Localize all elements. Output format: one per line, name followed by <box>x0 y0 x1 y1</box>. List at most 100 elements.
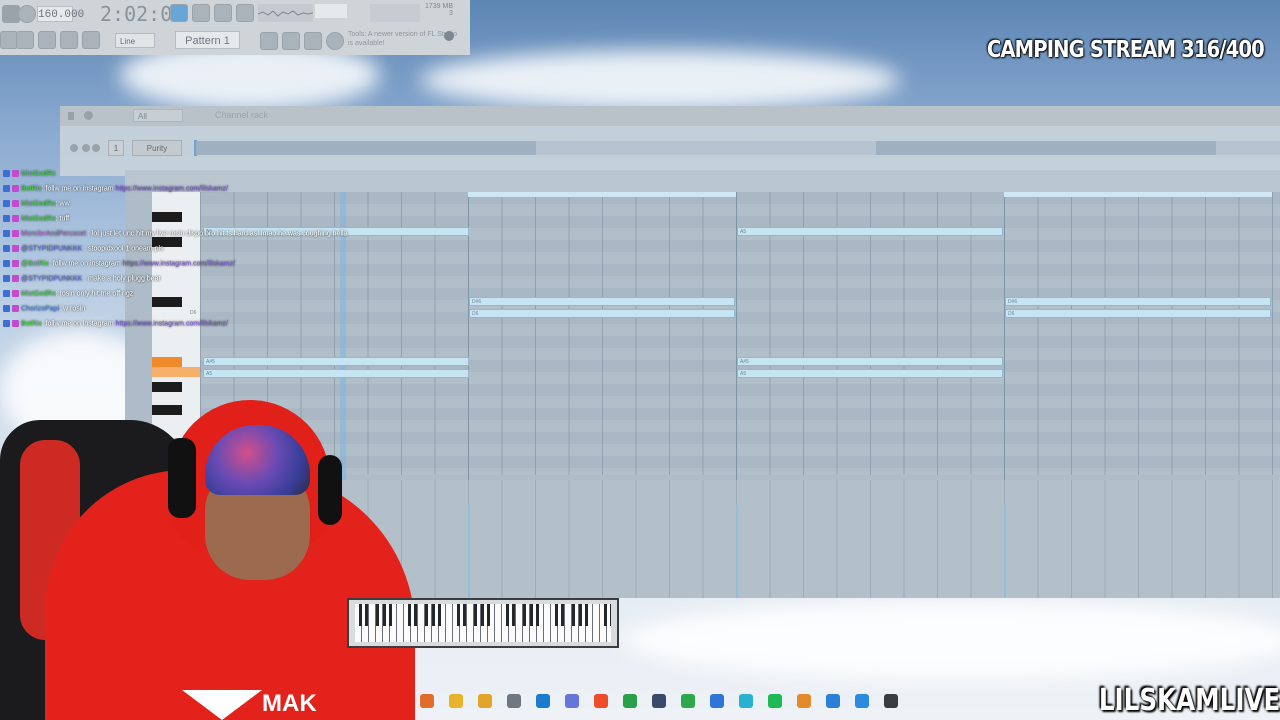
velocity-marker[interactable] <box>1004 505 1006 598</box>
cloud <box>420 50 900 110</box>
app-icon[interactable] <box>681 694 695 708</box>
update-notice[interactable]: Tools: A newer version of FL Studio is a… <box>348 30 458 52</box>
pattern-select[interactable]: Pattern 1 <box>175 31 240 49</box>
folder-icon[interactable] <box>478 694 492 708</box>
app-icon[interactable] <box>710 694 724 708</box>
discord-icon[interactable] <box>565 694 579 708</box>
app-icon[interactable] <box>420 694 434 708</box>
song-time-display: 2:02:00 <box>100 2 185 26</box>
note[interactable]: A5 <box>203 369 469 378</box>
black-keys[interactable] <box>355 604 611 626</box>
note[interactable]: A5 <box>737 227 1003 236</box>
headphones <box>318 455 342 525</box>
app-icon[interactable] <box>507 694 521 708</box>
hoodie-eye-logo <box>182 690 262 720</box>
note[interactable]: D#6 <box>1005 297 1271 306</box>
chat-text: : follw me on instagram <box>41 320 116 328</box>
chat-message: MistGodRx: ww <box>3 200 303 215</box>
chat-username[interactable]: MistGodRx <box>21 200 56 207</box>
browser-icon[interactable] <box>282 32 300 50</box>
badge-icon <box>3 170 10 177</box>
badge-icon <box>12 305 19 312</box>
app-icon[interactable] <box>826 694 840 708</box>
volume-knob-icon[interactable] <box>92 144 100 152</box>
shift-icon[interactable] <box>260 32 278 50</box>
badge-icon <box>12 185 19 192</box>
pattern-mode-icon[interactable] <box>170 4 188 22</box>
photoshop-icon[interactable] <box>536 694 550 708</box>
snap-select[interactable]: Line <box>115 33 155 48</box>
menu-arrow-icon[interactable] <box>68 112 74 120</box>
note[interactable]: A5 <box>737 369 1003 378</box>
countdown-icon[interactable] <box>236 4 254 22</box>
velocity-marker[interactable] <box>468 505 470 598</box>
channel-button-purity[interactable]: Purity <box>132 140 182 156</box>
mute-icon[interactable] <box>70 144 78 152</box>
chat-link[interactable]: https://www.instagram.com/lilskamz/ <box>116 320 228 327</box>
chat-text: : lol just let unc hit my live rosin dis… <box>85 230 348 238</box>
waveform-monitor <box>257 4 314 22</box>
record-button[interactable] <box>18 5 36 23</box>
fl-studio-icon[interactable] <box>797 694 811 708</box>
chat-text: : follw me on instagram <box>48 260 123 268</box>
chrome-icon[interactable] <box>449 694 463 708</box>
chat-link[interactable]: https://www.instagram.com/lilskamz/ <box>123 260 235 267</box>
settings-icon[interactable] <box>444 31 454 41</box>
spotify-icon[interactable] <box>768 694 782 708</box>
notepad-icon[interactable] <box>855 694 869 708</box>
note[interactable]: A#5 <box>737 357 1003 366</box>
cpu-monitor <box>370 4 420 22</box>
black-key[interactable] <box>152 405 182 415</box>
arrow-icon[interactable] <box>60 31 78 49</box>
chat-text: : follw me on instagram <box>41 185 116 193</box>
step-edit-icon[interactable] <box>192 4 210 22</box>
chat-username[interactable]: ChorizoPapi <box>21 305 59 312</box>
chat-username[interactable]: BotRix <box>21 185 42 192</box>
steam-icon[interactable] <box>652 694 666 708</box>
pan-knob-icon[interactable] <box>82 144 90 152</box>
chat-username[interactable]: BotRix <box>21 320 42 327</box>
chat-username[interactable]: MistGodRx <box>21 290 56 297</box>
virtual-keyboard[interactable] <box>347 598 619 648</box>
chat-username[interactable]: MistGodRx <box>21 170 56 177</box>
velocity-marker[interactable] <box>736 505 738 598</box>
channel-filter-select[interactable]: All <box>133 109 183 122</box>
chat-text: : ww <box>55 200 70 208</box>
note[interactable]: D6 <box>469 309 735 318</box>
chat-message: MistGodRx <box>3 170 303 185</box>
black-key-active[interactable] <box>152 357 182 367</box>
microphone-icon[interactable] <box>82 31 100 49</box>
chat-username[interactable]: MonclerAndPercocet <box>21 230 86 237</box>
badge-icon <box>3 260 10 267</box>
tempo-display[interactable]: 160.000 <box>37 6 84 22</box>
app-icon[interactable] <box>739 694 753 708</box>
gear-icon[interactable] <box>84 111 93 120</box>
piano-roll-icon[interactable] <box>38 31 56 49</box>
chat-username[interactable]: @STYPIDPUNKKK <box>21 245 82 252</box>
master-volume[interactable] <box>315 4 347 18</box>
plugin-icon[interactable] <box>304 32 322 50</box>
metronome-icon[interactable] <box>214 4 232 22</box>
badge-icon <box>3 230 10 237</box>
note[interactable]: A#5 <box>203 357 469 366</box>
chrome-alt-icon[interactable] <box>623 694 637 708</box>
chat-username[interactable]: MistGodRx <box>21 215 56 222</box>
mixer-track-number[interactable]: 1 <box>108 140 124 156</box>
media-icon[interactable] <box>884 694 898 708</box>
step-sequencer-row[interactable] <box>196 141 1280 155</box>
note[interactable]: D#6 <box>469 297 735 306</box>
news-icon[interactable] <box>326 32 344 50</box>
note[interactable]: D6 <box>1005 309 1271 318</box>
badge-icon <box>12 170 19 177</box>
headphones <box>168 438 196 518</box>
chat-username[interactable]: @STYPIDPUNKKK <box>21 275 82 282</box>
chat-username[interactable]: @BotRix <box>21 260 49 267</box>
brave-icon[interactable] <box>594 694 608 708</box>
loop-region[interactable] <box>1004 192 1272 197</box>
white-key-active[interactable] <box>152 367 200 377</box>
chat-link[interactable]: https://www.instagram.com/lilskamz/ <box>116 185 228 192</box>
badge-icon <box>12 275 19 282</box>
black-key[interactable] <box>152 382 182 392</box>
mixer-icon[interactable] <box>16 31 34 49</box>
loop-region[interactable] <box>468 192 736 197</box>
